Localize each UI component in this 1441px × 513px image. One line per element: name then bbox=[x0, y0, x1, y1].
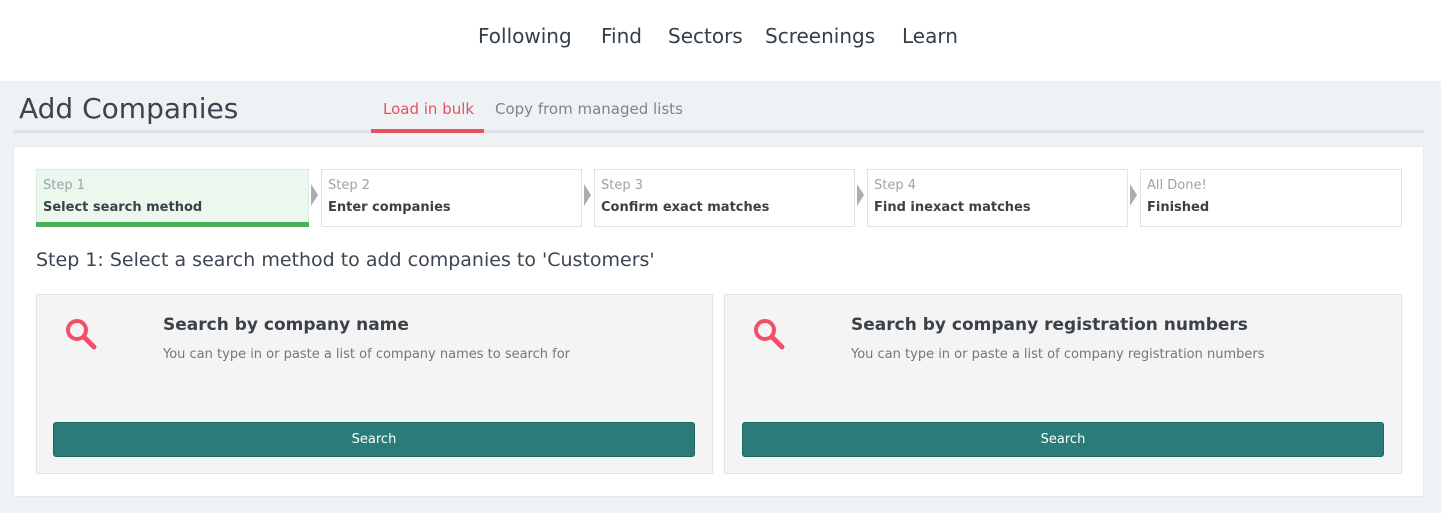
search-by-name-panel: Search by company name You can type in o… bbox=[36, 294, 713, 474]
chevron-right-icon bbox=[857, 184, 864, 206]
nav-screenings[interactable]: Screenings bbox=[765, 24, 875, 48]
tab-copy-from-managed-lists[interactable]: Copy from managed lists bbox=[495, 100, 683, 118]
step-label: Finished bbox=[1147, 200, 1210, 215]
search-icon bbox=[754, 319, 785, 350]
nav-sectors[interactable]: Sectors bbox=[668, 24, 743, 48]
step-heading: Step 1: Select a search method to add co… bbox=[36, 249, 655, 271]
step-number: Step 1 bbox=[43, 178, 86, 193]
step-4[interactable]: Step 4 Find inexact matches bbox=[867, 169, 1128, 227]
option-description: You can type in or paste a list of compa… bbox=[163, 347, 571, 362]
option-title: Search by company registration numbers bbox=[851, 315, 1248, 335]
search-by-registration-button[interactable]: Search bbox=[742, 422, 1384, 457]
search-icon bbox=[66, 319, 97, 350]
step-number: All Done! bbox=[1147, 178, 1207, 193]
step-2[interactable]: Step 2 Enter companies bbox=[321, 169, 582, 227]
header-divider bbox=[13, 130, 1424, 133]
step-progress-bar bbox=[36, 222, 309, 227]
step-number: Step 4 bbox=[874, 178, 917, 193]
step-label: Find inexact matches bbox=[874, 200, 1031, 215]
step-number: Step 2 bbox=[328, 178, 371, 193]
nav-following[interactable]: Following bbox=[478, 24, 572, 48]
step-label: Confirm exact matches bbox=[601, 200, 770, 215]
nav-find[interactable]: Find bbox=[601, 24, 642, 48]
chevron-right-icon bbox=[311, 184, 318, 206]
search-by-registration-panel: Search by company registration numbers Y… bbox=[724, 294, 1402, 474]
nav-learn[interactable]: Learn bbox=[902, 24, 958, 48]
tab-load-in-bulk[interactable]: Load in bulk bbox=[383, 100, 474, 118]
option-description: You can type in or paste a list of compa… bbox=[851, 347, 1265, 362]
step-3[interactable]: Step 3 Confirm exact matches bbox=[594, 169, 855, 227]
step-finished[interactable]: All Done! Finished bbox=[1140, 169, 1402, 227]
search-by-name-button[interactable]: Search bbox=[53, 422, 695, 457]
chevron-right-icon bbox=[1130, 184, 1137, 206]
active-tab-indicator bbox=[371, 129, 484, 133]
step-label: Select search method bbox=[43, 200, 203, 215]
page-title: Add Companies bbox=[19, 92, 239, 125]
step-1[interactable]: Step 1 Select search method bbox=[36, 169, 309, 227]
top-navigation: Following Find Sectors Screenings Learn bbox=[0, 0, 1441, 81]
step-label: Enter companies bbox=[328, 200, 451, 215]
option-title: Search by company name bbox=[163, 315, 409, 335]
step-number: Step 3 bbox=[601, 178, 644, 193]
chevron-right-icon bbox=[584, 184, 591, 206]
